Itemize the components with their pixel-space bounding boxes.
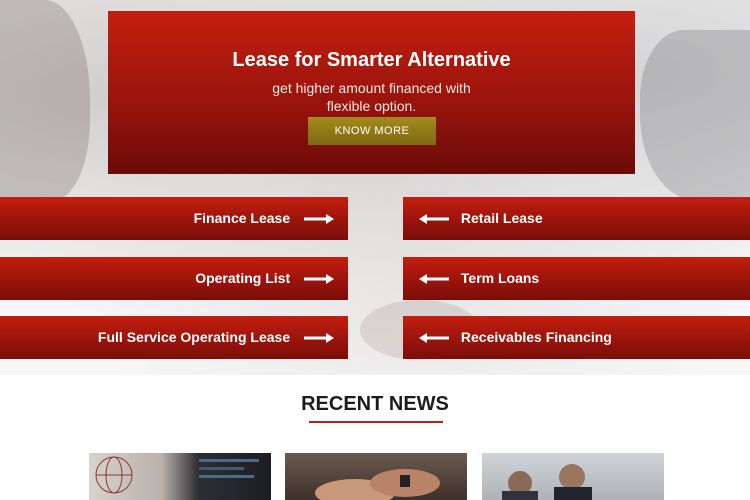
service-label: Term Loans	[460, 270, 540, 286]
globe-network-image	[95, 456, 259, 494]
promo-subtitle-line: flexible option.	[326, 98, 417, 114]
hero-photo-figure	[0, 0, 90, 200]
news-thumbnail[interactable]	[89, 453, 271, 500]
service-retail-lease-button[interactable]: Retail Lease	[403, 197, 750, 240]
service-finance-lease-button[interactable]: Finance Lease	[0, 197, 348, 240]
service-label: Finance Lease	[193, 210, 291, 226]
service-label: Receivables Financing	[460, 329, 612, 345]
promo-banner: Lease for Smarter Alternative get higher…	[108, 11, 635, 174]
service-label: Operating List	[195, 270, 291, 286]
left-arrow-icon	[419, 274, 449, 285]
hero-photo-figure	[640, 30, 750, 200]
left-arrow-icon	[419, 214, 449, 225]
service-label: Retail Lease	[460, 210, 543, 226]
right-arrow-icon	[304, 274, 334, 285]
heading-underline	[309, 421, 443, 423]
news-thumbnail[interactable]	[482, 453, 664, 500]
left-arrow-icon	[419, 333, 449, 344]
promo-subtitle: get higher amount financed with flexible…	[108, 79, 635, 115]
right-arrow-icon	[304, 333, 334, 344]
two-men-image	[502, 464, 592, 500]
promo-title: Lease for Smarter Alternative	[232, 49, 511, 71]
news-thumbnail[interactable]	[285, 453, 467, 500]
hands-meeting-image	[315, 469, 440, 500]
right-arrow-icon	[304, 214, 334, 225]
service-term-loans-button[interactable]: Term Loans	[403, 257, 750, 300]
know-more-button[interactable]: KNOW MORE	[308, 117, 436, 145]
service-full-service-operating-lease-button[interactable]: Full Service Operating Lease	[0, 316, 348, 359]
service-receivables-financing-button[interactable]: Receivables Financing	[403, 316, 750, 359]
recent-news-heading: RECENT NEWS	[301, 393, 449, 415]
promo-subtitle-line: get higher amount financed with	[272, 80, 471, 96]
service-operating-list-button[interactable]: Operating List	[0, 257, 348, 300]
service-label: Full Service Operating Lease	[97, 329, 291, 345]
